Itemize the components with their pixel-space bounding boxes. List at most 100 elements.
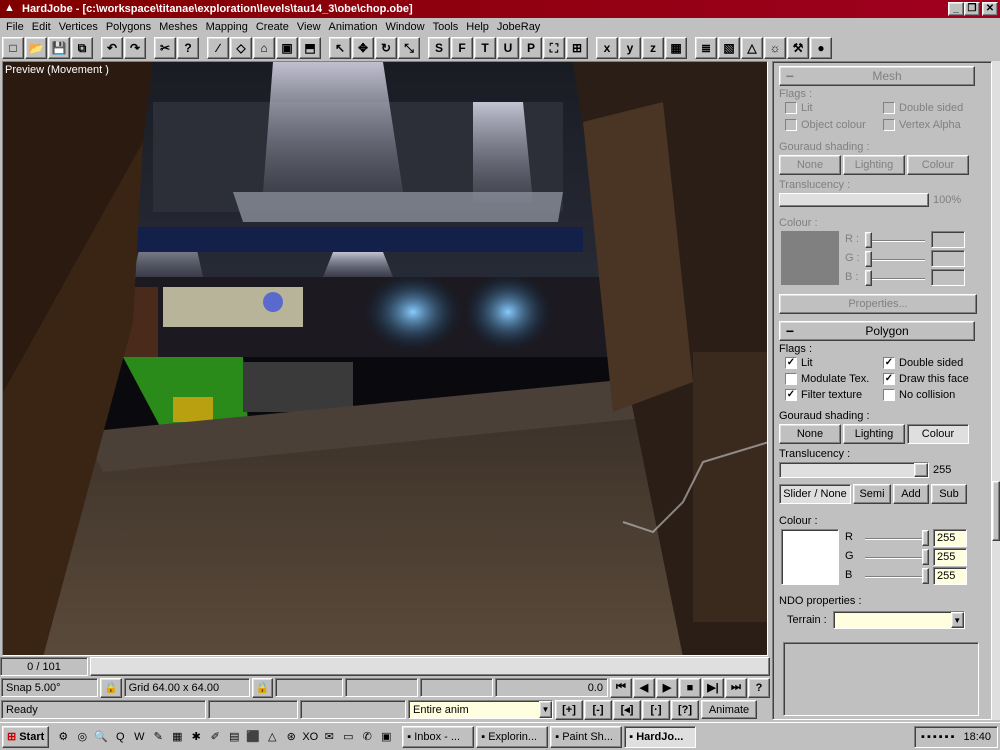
- restore-button[interactable]: ❐: [964, 2, 980, 16]
- menu-joberay[interactable]: JobeRay: [493, 21, 544, 33]
- start-button[interactable]: ⊞ Start: [2, 725, 50, 748]
- quick-launch-icon[interactable]: ▤: [226, 729, 242, 745]
- polygon-colour-swatch[interactable]: [781, 529, 839, 585]
- polygon-flag-lit[interactable]: ✓ Lit: [785, 357, 813, 370]
- quick-launch-icon[interactable]: W: [131, 729, 147, 745]
- checkbox-checked[interactable]: ✓: [883, 373, 895, 386]
- cut-icon[interactable]: ✂: [154, 37, 176, 59]
- menu-edit[interactable]: Edit: [28, 21, 55, 33]
- add-key-icon[interactable]: [+]: [555, 699, 583, 720]
- quick-launch-icon[interactable]: ⬛: [245, 729, 261, 745]
- help-icon[interactable]: ?: [177, 37, 199, 59]
- quick-launch-icon[interactable]: XO: [302, 729, 318, 745]
- checkbox[interactable]: [785, 119, 797, 132]
- mesh-g-slider[interactable]: [865, 251, 925, 267]
- tray-icon[interactable]: ▪: [933, 731, 937, 743]
- task-button[interactable]: ▪ Paint Sh...: [550, 725, 623, 748]
- polygon-gouraud-lighting[interactable]: Lighting: [843, 424, 905, 444]
- menu-create[interactable]: Create: [252, 21, 293, 33]
- task-button[interactable]: ▪ Inbox - ...: [402, 725, 475, 748]
- quick-launch-icon[interactable]: ⚙: [55, 729, 71, 745]
- timeline-track[interactable]: [90, 657, 770, 676]
- mesh-flag-double-sided[interactable]: Double sided: [883, 102, 963, 115]
- menu-help[interactable]: Help: [462, 21, 493, 33]
- blend-slider-none[interactable]: Slider / None: [779, 484, 851, 504]
- mesh-r-field[interactable]: [931, 231, 965, 248]
- view-u-icon[interactable]: U: [497, 37, 519, 59]
- checkbox[interactable]: [883, 119, 895, 132]
- quick-launch-icon[interactable]: ✐: [207, 729, 223, 745]
- menu-file[interactable]: File: [2, 21, 28, 33]
- menu-vertices[interactable]: Vertices: [55, 21, 102, 33]
- checkbox[interactable]: [883, 102, 895, 115]
- notepad-icon[interactable]: ≣: [695, 37, 717, 59]
- key-info-icon[interactable]: [·]: [642, 699, 670, 720]
- mesh-r-slider[interactable]: [865, 232, 925, 248]
- menu-view[interactable]: View: [293, 21, 325, 33]
- cube-icon[interactable]: ▣: [276, 37, 298, 59]
- mesh-g-field[interactable]: [931, 250, 965, 267]
- prev-frame-button[interactable]: ◀: [632, 677, 655, 698]
- polygon-flag-modulate-tex[interactable]: Modulate Tex.: [785, 373, 869, 386]
- open-folder-icon[interactable]: 📂: [25, 37, 47, 59]
- quick-launch-icon[interactable]: ✱: [188, 729, 204, 745]
- mesh-flag-lit[interactable]: Lit: [785, 102, 813, 115]
- polygon-b-field[interactable]: 255: [933, 567, 967, 585]
- mesh-flag-vertex-alpha[interactable]: Vertex Alpha: [883, 119, 961, 132]
- checkbox[interactable]: [883, 389, 895, 402]
- mesh-flag-object-colour[interactable]: Object colour: [785, 119, 866, 132]
- quick-launch-icon[interactable]: ✆: [359, 729, 375, 745]
- zoom-extent-icon[interactable]: ⛶: [543, 37, 565, 59]
- polygon-g-slider[interactable]: [865, 549, 929, 565]
- checkbox[interactable]: [785, 102, 797, 115]
- house-icon[interactable]: ⌂: [253, 37, 275, 59]
- axis-y-icon[interactable]: y: [619, 37, 641, 59]
- arrow-cursor-icon[interactable]: ↖: [329, 37, 351, 59]
- quick-launch-icon[interactable]: ▭: [340, 729, 356, 745]
- cone-icon[interactable]: △: [741, 37, 763, 59]
- menu-window[interactable]: Window: [381, 21, 428, 33]
- new-file-icon[interactable]: □: [2, 37, 24, 59]
- first-frame-button[interactable]: ⏮: [609, 677, 632, 698]
- blend-sub[interactable]: Sub: [931, 484, 967, 504]
- panel-scrollbar[interactable]: [992, 61, 1000, 720]
- task-button[interactable]: ▪ HardJo...: [624, 725, 697, 748]
- mesh-gouraud-none[interactable]: None: [779, 155, 841, 175]
- last-frame-button[interactable]: ⏭: [724, 677, 747, 698]
- polygon-flag-double-sided[interactable]: ✓ Double sided: [883, 357, 963, 370]
- mesh-b-slider[interactable]: [865, 270, 925, 286]
- menu-meshes[interactable]: Meshes: [155, 21, 202, 33]
- tray-icon[interactable]: ▪: [927, 731, 931, 743]
- quick-launch-icon[interactable]: 🔍: [93, 729, 109, 745]
- polygon-r-slider[interactable]: [865, 530, 929, 546]
- preview-viewport[interactable]: Preview (Movement ): [2, 61, 768, 656]
- polygon-header[interactable]: − Polygon: [779, 321, 975, 341]
- blend-add[interactable]: Add: [893, 484, 929, 504]
- mesh-b-field[interactable]: [931, 269, 965, 286]
- slider-thumb[interactable]: [914, 463, 928, 477]
- checkbox-checked[interactable]: ✓: [785, 389, 797, 402]
- properties-button[interactable]: Properties...: [779, 294, 977, 314]
- move-icon[interactable]: ✥: [352, 37, 374, 59]
- tray-icon[interactable]: ▪: [921, 731, 925, 743]
- polygon-gouraud-none[interactable]: None: [779, 424, 841, 444]
- save-icon[interactable]: 💾: [48, 37, 70, 59]
- menu-mapping[interactable]: Mapping: [202, 21, 252, 33]
- checkbox[interactable]: [785, 373, 797, 386]
- polygon-translucency-slider[interactable]: [779, 462, 929, 478]
- view-s-icon[interactable]: S: [428, 37, 450, 59]
- view-f-icon[interactable]: F: [451, 37, 473, 59]
- quick-launch-icon[interactable]: ▦: [169, 729, 185, 745]
- undo-icon[interactable]: ↶: [101, 37, 123, 59]
- mesh-header[interactable]: − Mesh: [779, 66, 975, 86]
- quick-launch-icon[interactable]: ✎: [150, 729, 166, 745]
- axis-z-icon[interactable]: z: [642, 37, 664, 59]
- polygon-flag-no-collision[interactable]: No collision: [883, 389, 955, 402]
- rotate-icon[interactable]: ↻: [375, 37, 397, 59]
- zoom-all-icon[interactable]: ⊞: [566, 37, 588, 59]
- quick-launch-icon[interactable]: ◎: [74, 729, 90, 745]
- scrollbar-thumb[interactable]: [992, 481, 1000, 541]
- view-grid-icon[interactable]: ▦: [665, 37, 687, 59]
- blend-semi[interactable]: Semi: [853, 484, 891, 504]
- select-face-icon[interactable]: ◇: [230, 37, 252, 59]
